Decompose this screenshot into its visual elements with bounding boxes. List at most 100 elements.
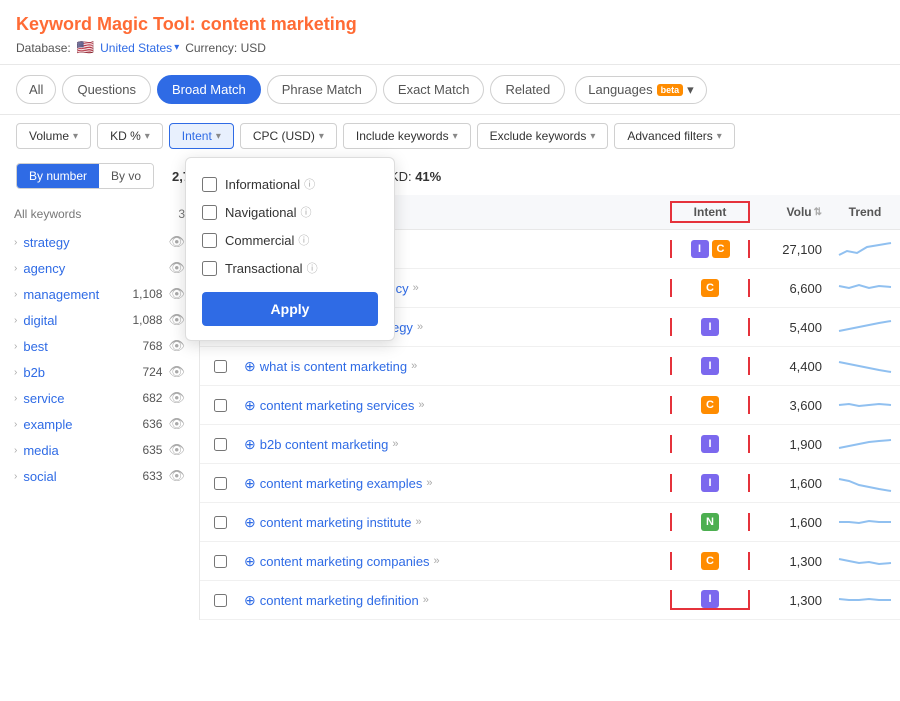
apply-button[interactable]: Apply bbox=[202, 292, 378, 326]
row0-intent: I C bbox=[670, 240, 750, 258]
advanced-filter[interactable]: Advanced filters ▾ bbox=[614, 123, 734, 149]
intent-chevron-icon: ▾ bbox=[216, 131, 221, 142]
kd-filter[interactable]: KD % ▾ bbox=[97, 123, 163, 149]
include-chevron-icon: ▾ bbox=[453, 131, 458, 142]
cpc-label: CPC (USD) bbox=[253, 129, 315, 143]
expand-icon-example: › bbox=[14, 419, 17, 430]
sidebar-item-social[interactable]: › social 633 👁 bbox=[0, 463, 199, 489]
languages-button[interactable]: Languages beta ▾ bbox=[575, 76, 706, 104]
plus-icon-5: ⊕ bbox=[244, 436, 256, 453]
avg-kd: 41% bbox=[415, 169, 441, 184]
transactional-checkbox[interactable] bbox=[202, 261, 217, 276]
plus-icon-6: ⊕ bbox=[244, 475, 256, 492]
keyword-link-7[interactable]: content marketing institute bbox=[260, 515, 412, 530]
intent-badge-c-8: C bbox=[701, 552, 719, 570]
tab-questions[interactable]: Questions bbox=[62, 75, 151, 104]
expand-icon-media: › bbox=[14, 445, 17, 456]
sidebar-item-management[interactable]: › management 1,108 👁 bbox=[0, 281, 199, 307]
intent-badge-i-2: I bbox=[701, 318, 719, 336]
keyword-link-8[interactable]: content marketing companies bbox=[260, 554, 430, 569]
row7-select[interactable] bbox=[214, 516, 227, 529]
informational-option: Informational ⓘ bbox=[202, 170, 378, 198]
sidebar-header-count: 3 bbox=[178, 207, 185, 221]
row2-intent: I bbox=[670, 318, 750, 336]
main-content: All keywords 3 › strategy 👁 › agency 👁 ›… bbox=[0, 195, 900, 620]
keyword-link-6[interactable]: content marketing examples bbox=[260, 476, 423, 491]
eye-icon-social: 👁 bbox=[168, 468, 185, 484]
eye-icon-media: 👁 bbox=[168, 442, 185, 458]
commercial-checkbox[interactable] bbox=[202, 233, 217, 248]
informational-checkbox[interactable] bbox=[202, 177, 217, 192]
navigational-checkbox[interactable] bbox=[202, 205, 217, 220]
row8-intent: C bbox=[670, 552, 750, 570]
keyword-link-4[interactable]: content marketing services bbox=[260, 398, 415, 413]
database-link[interactable]: United States ▾ bbox=[100, 41, 179, 55]
intent-filter[interactable]: Intent ▾ bbox=[169, 123, 234, 149]
plus-icon-4: ⊕ bbox=[244, 397, 256, 414]
row7-volume: 1,600 bbox=[750, 515, 830, 530]
volume-filter[interactable]: Volume ▾ bbox=[16, 123, 91, 149]
row7-keyword: ⊕ content marketing institute » bbox=[240, 514, 670, 531]
row1-intent: C bbox=[670, 279, 750, 297]
sidebar-item-best[interactable]: › best 768 👁 bbox=[0, 333, 199, 359]
sidebar-item-digital[interactable]: › digital 1,088 👁 bbox=[0, 307, 199, 333]
row8-trend bbox=[830, 549, 900, 573]
informational-label: Informational ⓘ bbox=[225, 176, 315, 192]
intent-badge-i-3: I bbox=[701, 357, 719, 375]
header: Keyword Magic Tool: content marketing Da… bbox=[0, 0, 900, 65]
plus-icon-7: ⊕ bbox=[244, 514, 256, 531]
cpc-filter[interactable]: CPC (USD) ▾ bbox=[240, 123, 337, 149]
plus-icon-3: ⊕ bbox=[244, 358, 256, 375]
tab-all[interactable]: All bbox=[16, 75, 56, 104]
row9-keyword: ⊕ content marketing definition » bbox=[240, 592, 670, 609]
keyword-link-9[interactable]: content marketing definition bbox=[260, 593, 419, 608]
sidebar: All keywords 3 › strategy 👁 › agency 👁 ›… bbox=[0, 195, 200, 620]
chevrons-7: » bbox=[415, 516, 421, 528]
tab-phrase-match[interactable]: Phrase Match bbox=[267, 75, 377, 104]
tab-related[interactable]: Related bbox=[490, 75, 565, 104]
tab-exact-match[interactable]: Exact Match bbox=[383, 75, 485, 104]
row5-volume: 1,900 bbox=[750, 437, 830, 452]
view-by-value-button[interactable]: By vo bbox=[99, 164, 153, 188]
th-trend: Trend bbox=[830, 205, 900, 219]
chevrons-2: » bbox=[417, 321, 423, 333]
cpc-chevron-icon: ▾ bbox=[319, 131, 324, 142]
row9-trend bbox=[830, 588, 900, 612]
plus-icon-9: ⊕ bbox=[244, 592, 256, 609]
sidebar-item-strategy[interactable]: › strategy 👁 bbox=[0, 229, 199, 255]
advanced-chevron-icon: ▾ bbox=[717, 131, 722, 142]
navigational-option: Navigational ⓘ bbox=[202, 198, 378, 226]
tabs-row: All Questions Broad Match Phrase Match E… bbox=[0, 65, 900, 115]
row2-volume: 5,400 bbox=[750, 320, 830, 335]
sidebar-item-b2b[interactable]: › b2b 724 👁 bbox=[0, 359, 199, 385]
sidebar-header-label: All keywords bbox=[14, 207, 81, 221]
intent-badge-c-0: C bbox=[712, 240, 730, 258]
table-row: ⊕ content marketing examples » I 1,600 bbox=[200, 464, 900, 503]
volume-chevron-icon: ▾ bbox=[73, 131, 78, 142]
chevrons-8: » bbox=[434, 555, 440, 567]
row5-select[interactable] bbox=[214, 438, 227, 451]
volume-label: Volume bbox=[29, 129, 69, 143]
exclude-filter[interactable]: Exclude keywords ▾ bbox=[477, 123, 609, 149]
keyword-link-5[interactable]: b2b content marketing bbox=[260, 437, 389, 452]
row6-select[interactable] bbox=[214, 477, 227, 490]
row8-select[interactable] bbox=[214, 555, 227, 568]
intent-badge-i-0: I bbox=[691, 240, 709, 258]
eye-icon-strategy: 👁 bbox=[168, 234, 185, 250]
tab-broad-match[interactable]: Broad Match bbox=[157, 75, 261, 104]
row1-trend bbox=[830, 276, 900, 300]
sidebar-item-example[interactable]: › example 636 👁 bbox=[0, 411, 199, 437]
sidebar-item-media[interactable]: › media 635 👁 bbox=[0, 437, 199, 463]
chevrons-4: » bbox=[418, 399, 424, 411]
stats-row: By number By vo 2,772 Total volume: 281,… bbox=[0, 157, 900, 195]
keyword-link-3[interactable]: what is content marketing bbox=[260, 359, 407, 374]
flag-icon: 🇺🇸 bbox=[77, 39, 94, 56]
view-by-number-button[interactable]: By number bbox=[17, 164, 99, 188]
row3-select[interactable] bbox=[214, 360, 227, 373]
sidebar-item-agency[interactable]: › agency 👁 bbox=[0, 255, 199, 281]
row9-select[interactable] bbox=[214, 594, 227, 607]
sidebar-item-service[interactable]: › service 682 👁 bbox=[0, 385, 199, 411]
include-filter[interactable]: Include keywords ▾ bbox=[343, 123, 471, 149]
row4-select[interactable] bbox=[214, 399, 227, 412]
th-intent: Intent bbox=[670, 201, 750, 223]
